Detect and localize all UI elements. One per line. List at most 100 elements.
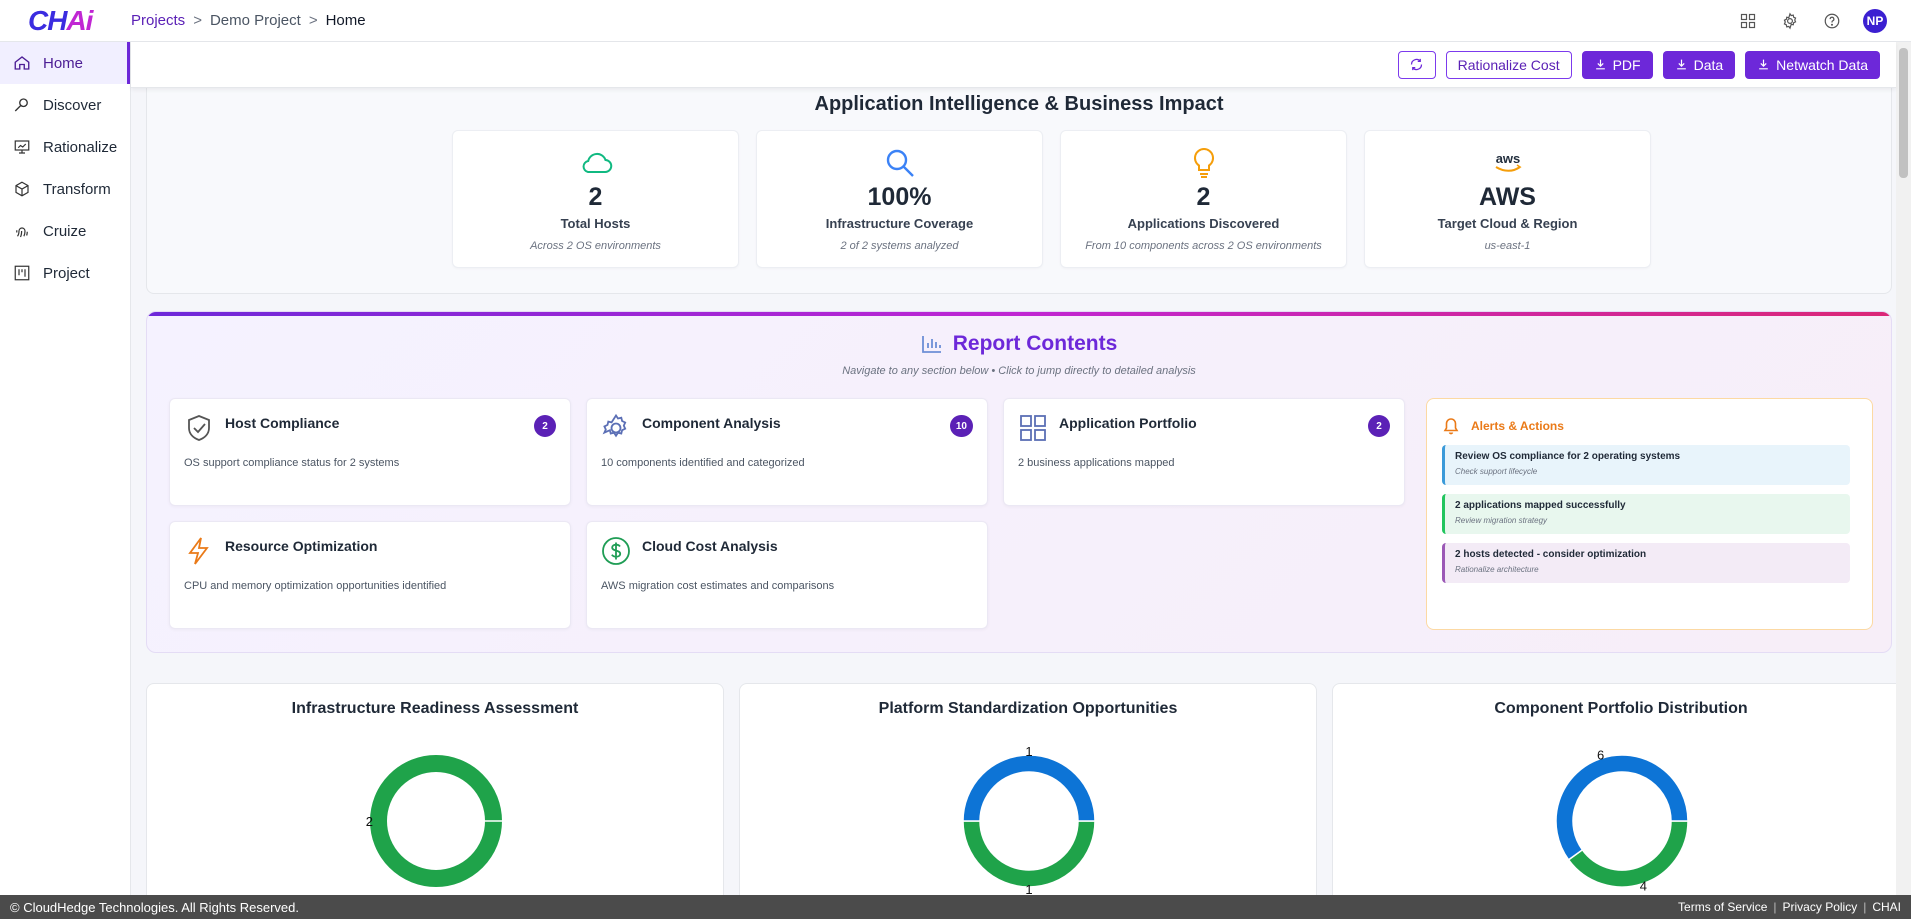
report-card-application-portfolio[interactable]: Application Portfolio 2 business applica… [1003, 398, 1405, 506]
alert-item[interactable]: Review OS compliance for 2 operating sys… [1442, 445, 1850, 485]
card-description: AWS migration cost estimates and compari… [601, 580, 835, 592]
top-bar: CHAi Projects > Demo Project > Home NP [0, 0, 1911, 42]
gear-icon[interactable] [1779, 10, 1801, 32]
sidebar-item-transform[interactable]: Transform [0, 168, 130, 210]
alert-title: Review OS compliance for 2 operating sys… [1455, 451, 1681, 462]
metric-subtext: us-east-1 [1484, 240, 1531, 252]
metric-label: Target Cloud & Region [1437, 216, 1578, 231]
donut-data-label: 6 [1597, 747, 1604, 762]
alert-item[interactable]: 2 applications mapped successfully Revie… [1442, 494, 1850, 534]
metric-value: 2 [1196, 183, 1211, 211]
metric-label: Infrastructure Coverage [825, 216, 974, 231]
sidebar-item-project[interactable]: Project [0, 252, 130, 294]
alert-subtitle: Rationalize architecture [1455, 565, 1539, 574]
refresh-icon [1411, 58, 1423, 71]
breadcrumb-project[interactable]: Demo Project [210, 12, 301, 29]
report-card-resource-optimization[interactable]: Resource Optimization CPU and memory opt… [169, 521, 571, 629]
alerts-title: Alerts & Actions [1471, 419, 1564, 433]
count-badge: 2 [534, 415, 556, 437]
section-title: Application Intelligence & Business Impa… [814, 93, 1224, 115]
privacy-link[interactable]: Privacy Policy [1783, 900, 1858, 914]
intelligence-section: Application Intelligence & Business Impa… [146, 88, 1892, 294]
sidebar-item-cruize[interactable]: Cruize [0, 210, 130, 252]
donut-slice[interactable] [370, 755, 502, 887]
donut-data-label: 4 [1640, 879, 1647, 894]
help-icon[interactable] [1821, 10, 1843, 32]
sidebar-item-label: Home [43, 54, 84, 72]
donut-data-label: 2 [366, 814, 373, 829]
metric-label: Applications Discovered [1127, 216, 1280, 231]
donut-slice[interactable] [962, 820, 1096, 888]
sidebar-item-home[interactable]: Home [0, 42, 130, 84]
metric-card-applications: 2 Applications Discovered From 10 compon… [1060, 130, 1347, 268]
sidebar-item-label: Cruize [43, 222, 87, 240]
donut-slice[interactable] [962, 754, 1096, 822]
netwatch-download-button[interactable]: Netwatch Data [1745, 50, 1880, 79]
lightbulb-icon [1061, 145, 1346, 181]
chart-card-infrastructure-readiness: Infrastructure Readiness Assessment 2 [146, 683, 724, 895]
action-bar: Rationalize Cost PDF Data Netwatch Data [131, 42, 1896, 88]
donut-chart: 11 [962, 744, 1096, 895]
aws-logo: aws [1365, 145, 1650, 181]
main-content: Application Intelligence & Business Impa… [131, 88, 1896, 895]
donut-slice[interactable] [1567, 820, 1689, 888]
logo-text-a: CH [28, 4, 67, 36]
avatar[interactable]: NP [1863, 9, 1887, 33]
lightning-icon [188, 537, 209, 565]
report-card-cloud-cost[interactable]: Cloud Cost Analysis AWS migration cost e… [586, 521, 988, 629]
alerts-header: Alerts & Actions [1443, 417, 1564, 435]
metric-subtext: Across 2 OS environments [530, 240, 661, 252]
apps-grid-icon[interactable] [1737, 10, 1759, 32]
discover-icon [14, 98, 28, 112]
rationalize-cost-button[interactable]: Rationalize Cost [1445, 50, 1572, 79]
gear-icon [602, 413, 627, 438]
cube-icon [15, 181, 29, 197]
pdf-download-button[interactable]: PDF [1581, 50, 1653, 79]
alert-item[interactable]: 2 hosts detected - consider optimization… [1442, 543, 1850, 583]
metric-subtext: From 10 components across 2 OS environme… [1085, 240, 1322, 252]
donut-data-label: 1 [1025, 882, 1032, 895]
breadcrumb-projects[interactable]: Projects [131, 12, 185, 29]
sidebar-item-label: Project [43, 264, 90, 282]
sidebar-item-rationalize[interactable]: Rationalize [0, 126, 130, 168]
alerts-panel: Alerts & Actions Review OS compliance fo… [1426, 398, 1873, 630]
metric-card-target-cloud: aws AWS Target Cloud & Region us-east-1 [1364, 130, 1651, 268]
logo-text-b: Ai [66, 4, 93, 36]
vertical-scrollbar[interactable] [1896, 42, 1911, 895]
footer-divider: | [1863, 900, 1867, 914]
sidebar-item-label: Transform [43, 180, 111, 198]
chart-card-platform-standardization: Platform Standardization Opportunities 1… [739, 683, 1317, 895]
sidebar-item-discover[interactable]: Discover [0, 84, 130, 126]
footer: © CloudHedge Technologies. All Rights Re… [0, 895, 1911, 919]
pdf-label: PDF [1612, 56, 1641, 73]
count-badge: 10 [949, 415, 973, 437]
download-icon [1759, 59, 1769, 70]
terms-link[interactable]: Terms of Service [1678, 900, 1767, 914]
chart-card-component-portfolio: Component Portfolio Distribution 46 [1332, 683, 1896, 895]
chai-logo[interactable]: CHAi [0, 5, 131, 37]
footer-divider: | [1773, 900, 1777, 914]
alert-subtitle: Review migration strategy [1455, 516, 1548, 525]
alert-subtitle: Check support lifecycle [1455, 467, 1538, 476]
alert-title: 2 hosts detected - consider optimization [1455, 549, 1647, 560]
download-icon [1595, 59, 1605, 70]
card-title: Resource Optimization [225, 538, 378, 554]
footer-brand: CHAI [1872, 900, 1901, 914]
breadcrumb-separator: > [308, 12, 318, 29]
grid-icon [1020, 415, 1046, 441]
report-card-host-compliance[interactable]: Host Compliance OS support compliance st… [169, 398, 571, 506]
data-label: Data [1693, 56, 1724, 73]
metric-card-hosts: 2 Total Hosts Across 2 OS environments [452, 130, 739, 268]
aws-logo-text: aws [1495, 151, 1520, 166]
data-download-button[interactable]: Data [1662, 50, 1736, 79]
dollar-icon [602, 537, 630, 565]
scrollbar-thumb[interactable] [1899, 48, 1908, 178]
report-card-component-analysis[interactable]: Component Analysis 10 components identif… [586, 398, 988, 506]
card-description: 10 components identified and categorized [601, 457, 805, 469]
metric-value: 100% [867, 183, 932, 211]
refresh-button[interactable] [1397, 50, 1436, 79]
donut-data-label: 1 [1025, 744, 1032, 759]
sidebar-item-label: Discover [43, 96, 102, 114]
kanban-icon [14, 265, 30, 281]
metric-label: Total Hosts [560, 216, 631, 231]
